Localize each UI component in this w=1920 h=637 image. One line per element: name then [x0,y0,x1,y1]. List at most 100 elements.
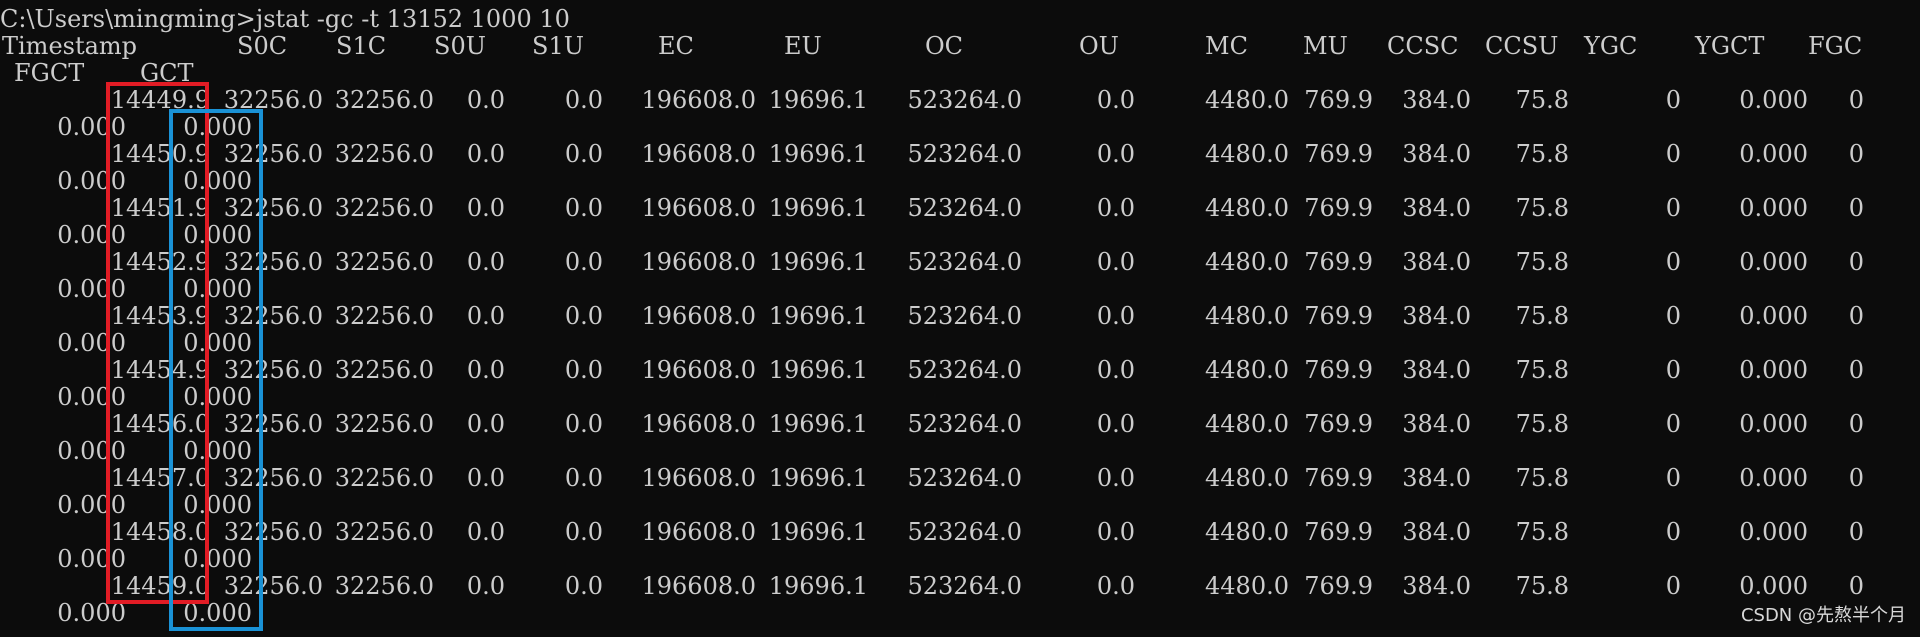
cell-s0u: 0.0 [466,464,505,492]
cell-ccsc: 384.0 [1402,248,1471,276]
cell-ec: 196608.0 [641,356,756,384]
cell-ygct: 0.000 [1739,248,1808,276]
cell-s1c: 32256.0 [334,302,434,330]
cell-ccsu: 75.8 [1515,302,1569,330]
cell-eu: 19696.1 [768,194,868,222]
table-row-wrapped: 0.000 0.000 [0,330,1920,357]
cell-ygc: 0 [1665,302,1681,330]
cell-ccsu: 75.8 [1515,464,1569,492]
header-row: Timestamp S0C S1C S0U S1U EC EU OC OU MC MU CCSC CCS… [0,33,1920,60]
table-row: 14450.9 32256.0 32256.0 0.0 0.0 196608.0 19696… [0,141,1920,168]
cell-s0u: 0.0 [466,302,505,330]
table-row-wrapped: 0.000 0.000 [0,114,1920,141]
table-row: 14459.0 32256.0 32256.0 0.0 0.0 196608.0 19696… [0,573,1920,600]
cell-eu: 19696.1 [768,410,868,438]
table-row-wrapped: 0.000 0.000 [0,546,1920,573]
cell-fgc: 0 [1848,518,1864,546]
cell-mu: 769.9 [1304,572,1373,600]
column-header: S0U [434,32,486,60]
column-header: S1U [532,32,584,60]
cell-fgc: 0 [1848,464,1864,492]
cell-s1c: 32256.0 [334,410,434,438]
cell-mc: 4480.0 [1205,464,1289,492]
cell-mc: 4480.0 [1205,410,1289,438]
table-row: 14457.0 32256.0 32256.0 0.0 0.0 196608.0 19696… [0,465,1920,492]
cell-fgc: 0 [1848,194,1864,222]
cell-s0u: 0.0 [466,572,505,600]
cell-oc: 523264.0 [907,410,1022,438]
cell-s0u: 0.0 [466,86,505,114]
cell-ccsc: 384.0 [1402,518,1471,546]
cell-ec: 196608.0 [641,140,756,168]
cell-ou: 0.0 [1096,410,1135,438]
cell-s1c: 32256.0 [334,356,434,384]
cell-s1u: 0.0 [564,248,603,276]
column-header: CCSU [1485,32,1559,60]
cell-ou: 0.0 [1096,86,1135,114]
cell-ccsc: 384.0 [1402,302,1471,330]
column-header: EC [658,32,694,60]
cell-oc: 523264.0 [907,356,1022,384]
cell-mc: 4480.0 [1205,518,1289,546]
cell-ygct: 0.000 [1739,86,1808,114]
cell-fgc: 0 [1848,572,1864,600]
cell-s0u: 0.0 [466,410,505,438]
cell-ec: 196608.0 [641,464,756,492]
cell-fgc: 0 [1848,140,1864,168]
cell-eu: 19696.1 [768,518,868,546]
table-row-wrapped: 0.000 0.000 [0,438,1920,465]
cell-s1u: 0.0 [564,464,603,492]
cell-fgc: 0 [1848,86,1864,114]
cell-s1u: 0.0 [564,356,603,384]
gct-highlight-box [169,109,263,631]
cell-oc: 523264.0 [907,194,1022,222]
cell-ygct: 0.000 [1739,410,1808,438]
cell-mu: 769.9 [1304,518,1373,546]
column-header: CCSC [1387,32,1459,60]
cell-ccsu: 75.8 [1515,194,1569,222]
cell-fgc: 0 [1848,248,1864,276]
cell-mc: 4480.0 [1205,248,1289,276]
command-line: C:\Users\mingming>jstat -gc -t 13152 100… [0,5,570,33]
cell-ec: 196608.0 [641,86,756,114]
cell-ccsu: 75.8 [1515,518,1569,546]
cell-ec: 196608.0 [641,194,756,222]
table-row: 14453.9 32256.0 32256.0 0.0 0.0 196608.0 19696… [0,303,1920,330]
cell-ygc: 0 [1665,248,1681,276]
cell-ygct: 0.000 [1739,194,1808,222]
cell-eu: 19696.1 [768,572,868,600]
cell-s0u: 0.0 [466,140,505,168]
cell-eu: 19696.1 [768,302,868,330]
cell-eu: 19696.1 [768,356,868,384]
column-header: MC [1205,32,1248,60]
cell-ec: 196608.0 [641,518,756,546]
cell-ec: 196608.0 [641,410,756,438]
cell-s1c: 32256.0 [334,86,434,114]
cell-mu: 769.9 [1304,464,1373,492]
cell-s1c: 32256.0 [334,518,434,546]
table-row: 14458.0 32256.0 32256.0 0.0 0.0 196608.0 19696… [0,519,1920,546]
cell-ou: 0.0 [1096,518,1135,546]
cell-s0u: 0.0 [466,518,505,546]
cell-s0u: 0.0 [466,248,505,276]
cell-ou: 0.0 [1096,194,1135,222]
cell-oc: 523264.0 [907,572,1022,600]
cell-ygct: 0.000 [1739,302,1808,330]
cell-oc: 523264.0 [907,86,1022,114]
cell-ccsc: 384.0 [1402,140,1471,168]
cell-ccsu: 75.8 [1515,410,1569,438]
column-header: S1C [336,32,387,60]
cell-oc: 523264.0 [907,248,1022,276]
cell-mc: 4480.0 [1205,86,1289,114]
cell-ou: 0.0 [1096,572,1135,600]
terminal-window[interactable]: C:\Users\mingming>jstat -gc -t 13152 100… [0,0,1920,637]
cell-fgc: 0 [1848,356,1864,384]
header-row-wrapped: FGCT GCT [0,60,1920,87]
cell-ygct: 0.000 [1739,572,1808,600]
cell-fgct: 0.000 [57,599,126,627]
cell-ou: 0.0 [1096,140,1135,168]
table-row-wrapped: 0.000 0.000 [0,222,1920,249]
cell-ccsc: 384.0 [1402,356,1471,384]
column-header: MU [1303,32,1348,60]
cell-ygct: 0.000 [1739,464,1808,492]
